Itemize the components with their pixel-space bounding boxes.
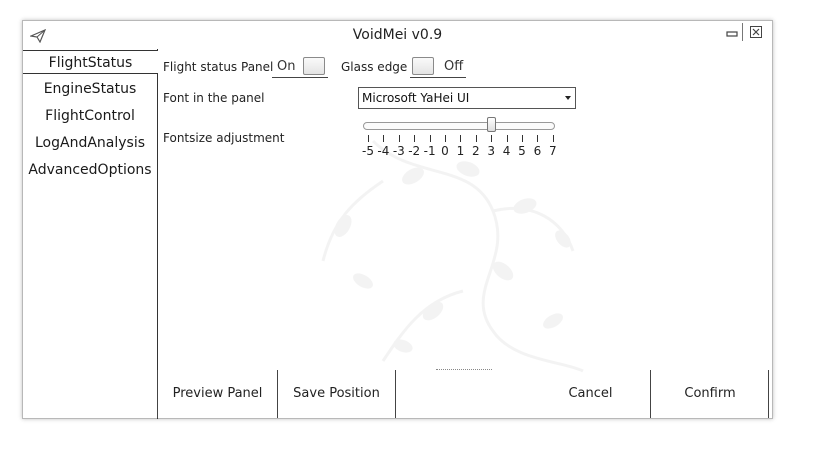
sidebar-item-advancedoptions[interactable]: AdvancedOptions [23, 158, 157, 182]
slider-tick [506, 135, 508, 142]
font-label: Font in the panel [163, 91, 265, 105]
slider-tick [537, 135, 539, 142]
title-bar[interactable]: VoidMei v0.9 [23, 21, 772, 49]
flight-status-panel-label: Flight status Panel [163, 60, 274, 74]
slider-tick [429, 135, 431, 142]
slider-tick [445, 135, 446, 142]
slider-tick [491, 135, 493, 142]
window-title: VoidMei v0.9 [352, 27, 443, 43]
slider-tick-label: 7 [548, 144, 557, 158]
footer-divider [395, 370, 396, 418]
sidebar-item-logandanalysis[interactable]: LogAndAnalysis [23, 131, 157, 155]
flight-status-panel-toggle[interactable]: On [272, 56, 328, 78]
settings-window: VoidMei v0.9 FlightStatus EngineStatus F… [22, 20, 773, 419]
glass-edge-label: Glass edge [341, 60, 408, 74]
drag-handle[interactable] [436, 369, 492, 370]
chevron-down-icon [565, 96, 571, 100]
font-select-value: Microsoft YaHei UI [362, 91, 470, 105]
sidebar: FlightStatus EngineStatus FlightControl … [23, 49, 158, 419]
slider-tick [398, 135, 400, 142]
toggle-knob [303, 57, 325, 75]
titlebar-divider [742, 23, 743, 41]
minimize-icon[interactable] [724, 24, 740, 40]
cancel-button[interactable]: Cancel [531, 370, 650, 420]
slider-tick [368, 135, 369, 142]
sidebar-item-enginestatus[interactable]: EngineStatus [23, 77, 157, 101]
slider-tick [522, 135, 523, 142]
fontsize-slider-track[interactable] [363, 122, 555, 130]
sidebar-item-flightcontrol[interactable]: FlightControl [23, 104, 157, 128]
save-position-button[interactable]: Save Position [278, 370, 395, 420]
footer-divider [768, 370, 769, 418]
font-select[interactable]: Microsoft YaHei UI [358, 87, 576, 109]
close-icon[interactable] [748, 24, 764, 40]
slider-tick [475, 135, 477, 142]
flight-status-panel-state: On [277, 59, 296, 74]
glass-edge-toggle[interactable]: Off [410, 56, 466, 78]
toggle-knob [412, 57, 434, 75]
fontsize-slider-thumb[interactable] [487, 117, 497, 132]
preview-panel-button[interactable]: Preview Panel [158, 370, 277, 420]
slider-tick [460, 135, 462, 142]
slider-tick [414, 135, 416, 142]
sidebar-item-flightstatus[interactable]: FlightStatus [23, 50, 158, 74]
glass-edge-state: Off [444, 59, 464, 74]
slider-tick [383, 135, 385, 142]
confirm-button[interactable]: Confirm [651, 370, 769, 420]
slider-tick [552, 135, 554, 142]
fontsize-label: Fontsize adjustment [163, 131, 285, 145]
floral-watermark [321, 139, 584, 373]
